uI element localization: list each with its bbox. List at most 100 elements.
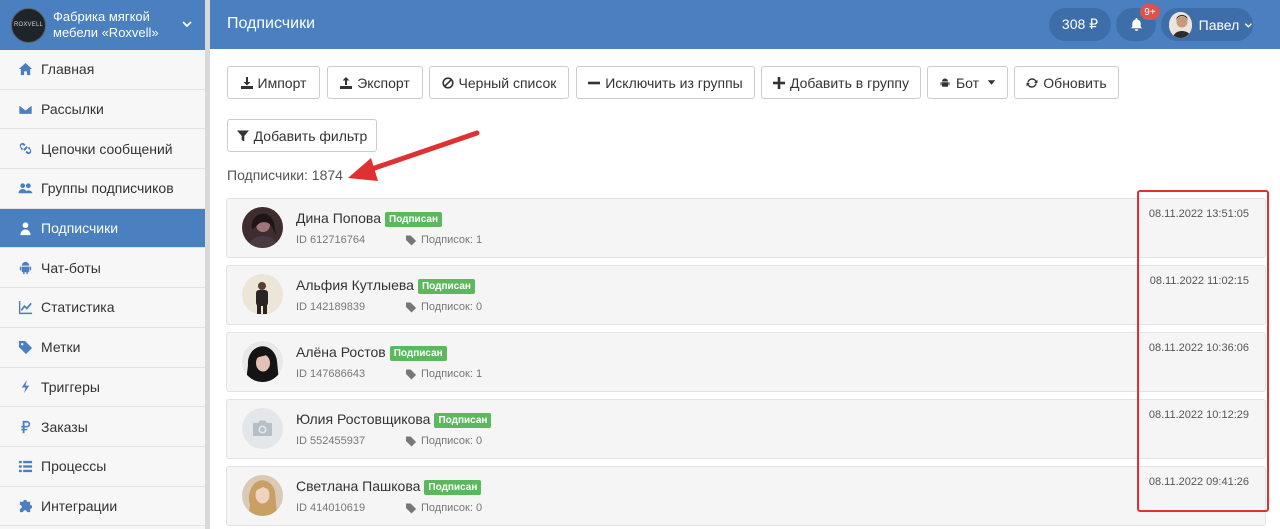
subscribers-count: Подписчики: 1874 [227,167,343,183]
status-badge: Подписан [385,212,442,227]
tags-icon [406,435,417,447]
tags-icon [406,502,417,514]
sidebar-item-label: Статистика [41,299,115,316]
link-icon [17,141,33,157]
upload-icon [340,76,353,89]
user-icon [17,220,33,236]
subscriber-row[interactable]: Дина Попова Подписан ID 612716764 Подписо… [226,198,1266,258]
sidebar-item-chains[interactable]: Цепочки сообщений [0,129,205,170]
brand-logo: ROXVELL [11,7,46,43]
bell-icon [1130,17,1142,31]
sidebar-item-label: Чат-боты [41,259,101,276]
plus-icon [773,76,785,89]
list-icon [17,458,33,474]
subscriber-id: ID 612716764 [296,234,366,246]
sidebar-item-tags[interactable]: Метки [0,327,205,368]
chevron-down-icon[interactable] [181,18,193,30]
subscriber-name[interactable]: Альфия Кутлыева Подписан [296,277,475,294]
annotation-arrow [348,130,480,181]
sidebar-item-groups[interactable]: Группы подписчиков [0,169,205,209]
minus-icon [588,81,601,84]
status-badge: Подписан [434,413,492,428]
sidebar-item-label: Метки [41,339,81,356]
caret-down-icon [987,80,996,85]
blacklist-button[interactable]: Черный список [429,66,569,99]
subscriber-row[interactable]: Юлия Ростовщикова Подписан ID 552455937 П… [226,399,1266,459]
android-icon [940,78,950,87]
annotation-highlight-box [1137,190,1269,512]
bot-dropdown[interactable]: Бот [927,66,1008,99]
exclude-from-group-button[interactable]: Исключить из группы [576,66,755,99]
sidebar-item-label: Подписчики [41,220,119,237]
subscriber-id: ID 414010619 [296,502,366,514]
sidebar-item-label: Заказы [41,418,88,435]
sidebar-item-statistics[interactable]: Статистика [0,288,205,328]
status-badge: Подписан [424,480,482,495]
refresh-button[interactable]: Обновить [1014,66,1119,99]
ban-icon [441,76,454,89]
subscriber-name[interactable]: Алёна Ростов Подписан [296,344,447,361]
sidebar-item-label: Интеграции [41,497,118,514]
subscriptions-count: Подписок: 1 [406,234,482,246]
sidebar-nav: Главная Рассылки Цепочки сообщений Групп… [0,50,205,527]
tags-icon [406,368,417,380]
android-icon [17,260,33,276]
sidebar-item-chatbots[interactable]: Чат-боты [0,248,205,289]
avatar [242,207,283,248]
notifications-button[interactable]: 9+ [1116,4,1160,41]
avatar [242,475,283,516]
puzzle-icon [17,498,33,514]
add-to-group-button[interactable]: Добавить в группу [761,66,921,99]
import-button[interactable]: Импорт [227,66,320,99]
subscriber-name[interactable]: Светлана Пашкова Подписан [296,478,482,495]
sidebar: ROXVELL Фабрика мягкой мебели «Roxvell» … [0,0,205,529]
chevron-down-icon [1245,22,1253,28]
balance-button[interactable]: 308 ₽ [1049,8,1111,41]
sidebar-item-label: Главная [41,61,95,78]
sidebar-item-label: Группы подписчиков [41,180,174,197]
subscriber-name[interactable]: Дина Попова Подписан [296,210,442,227]
tags-icon [406,234,417,246]
page-title: Подписчики [227,15,316,32]
subscriber-row[interactable]: Алёна Ростов Подписан ID 147686643 Подпис… [226,332,1266,392]
subscriptions-count: Подписок: 1 [406,368,482,380]
export-button[interactable]: Экспорт [327,66,423,99]
home-icon [17,61,33,77]
subscriber-row[interactable]: Альфия Кутлыева Подписан ID 142189839 Под… [226,265,1266,325]
status-badge: Подписан [417,279,475,294]
tags-icon [406,301,417,313]
sidebar-item-home[interactable]: Главная [0,50,205,90]
refresh-icon [1026,77,1038,88]
top-header: Подписчики 308 ₽ 9+ Павел [210,0,1280,49]
brand-switcher[interactable]: ROXVELL Фабрика мягкой мебели «Roxvell» [0,0,205,50]
sidebar-item-triggers[interactable]: Триггеры [0,367,205,408]
sidebar-item-orders[interactable]: Заказы [0,407,205,447]
subscriber-id: ID 552455937 [296,435,366,447]
subscriptions-count: Подписок: 0 [406,435,482,447]
user-name: Павел [1198,16,1240,33]
download-icon [240,76,253,89]
subscriptions-count: Подписок: 0 [406,502,482,514]
user-menu[interactable]: Павел [1161,8,1253,41]
sidebar-item-processes[interactable]: Процессы [0,446,205,487]
avatar [242,341,283,382]
sidebar-item-integrations[interactable]: Интеграции [0,486,205,527]
filter-icon [236,130,249,141]
bolt-icon [17,379,33,395]
sidebar-divider [205,0,210,529]
envelope-icon [17,101,33,117]
sidebar-item-label: Цепочки сообщений [41,140,173,157]
subscriber-name[interactable]: Юлия Ростовщикова Подписан [296,411,492,428]
subscriptions-count: Подписок: 0 [406,301,482,313]
subscriber-id: ID 147686643 [296,368,366,380]
tag-icon [17,339,33,355]
sidebar-item-mailings[interactable]: Рассылки [0,89,205,130]
brand-name: Фабрика мягкой мебели «Roxvell» [53,9,159,40]
status-badge: Подписан [389,346,447,361]
sidebar-item-label: Рассылки [41,101,104,118]
users-icon [17,180,33,196]
subscriber-row[interactable]: Светлана Пашкова Подписан ID 414010619 По… [226,466,1266,526]
sidebar-item-subscribers[interactable]: Подписчики [0,208,205,249]
sidebar-item-label: Триггеры [41,378,100,395]
avatar [1169,11,1192,38]
